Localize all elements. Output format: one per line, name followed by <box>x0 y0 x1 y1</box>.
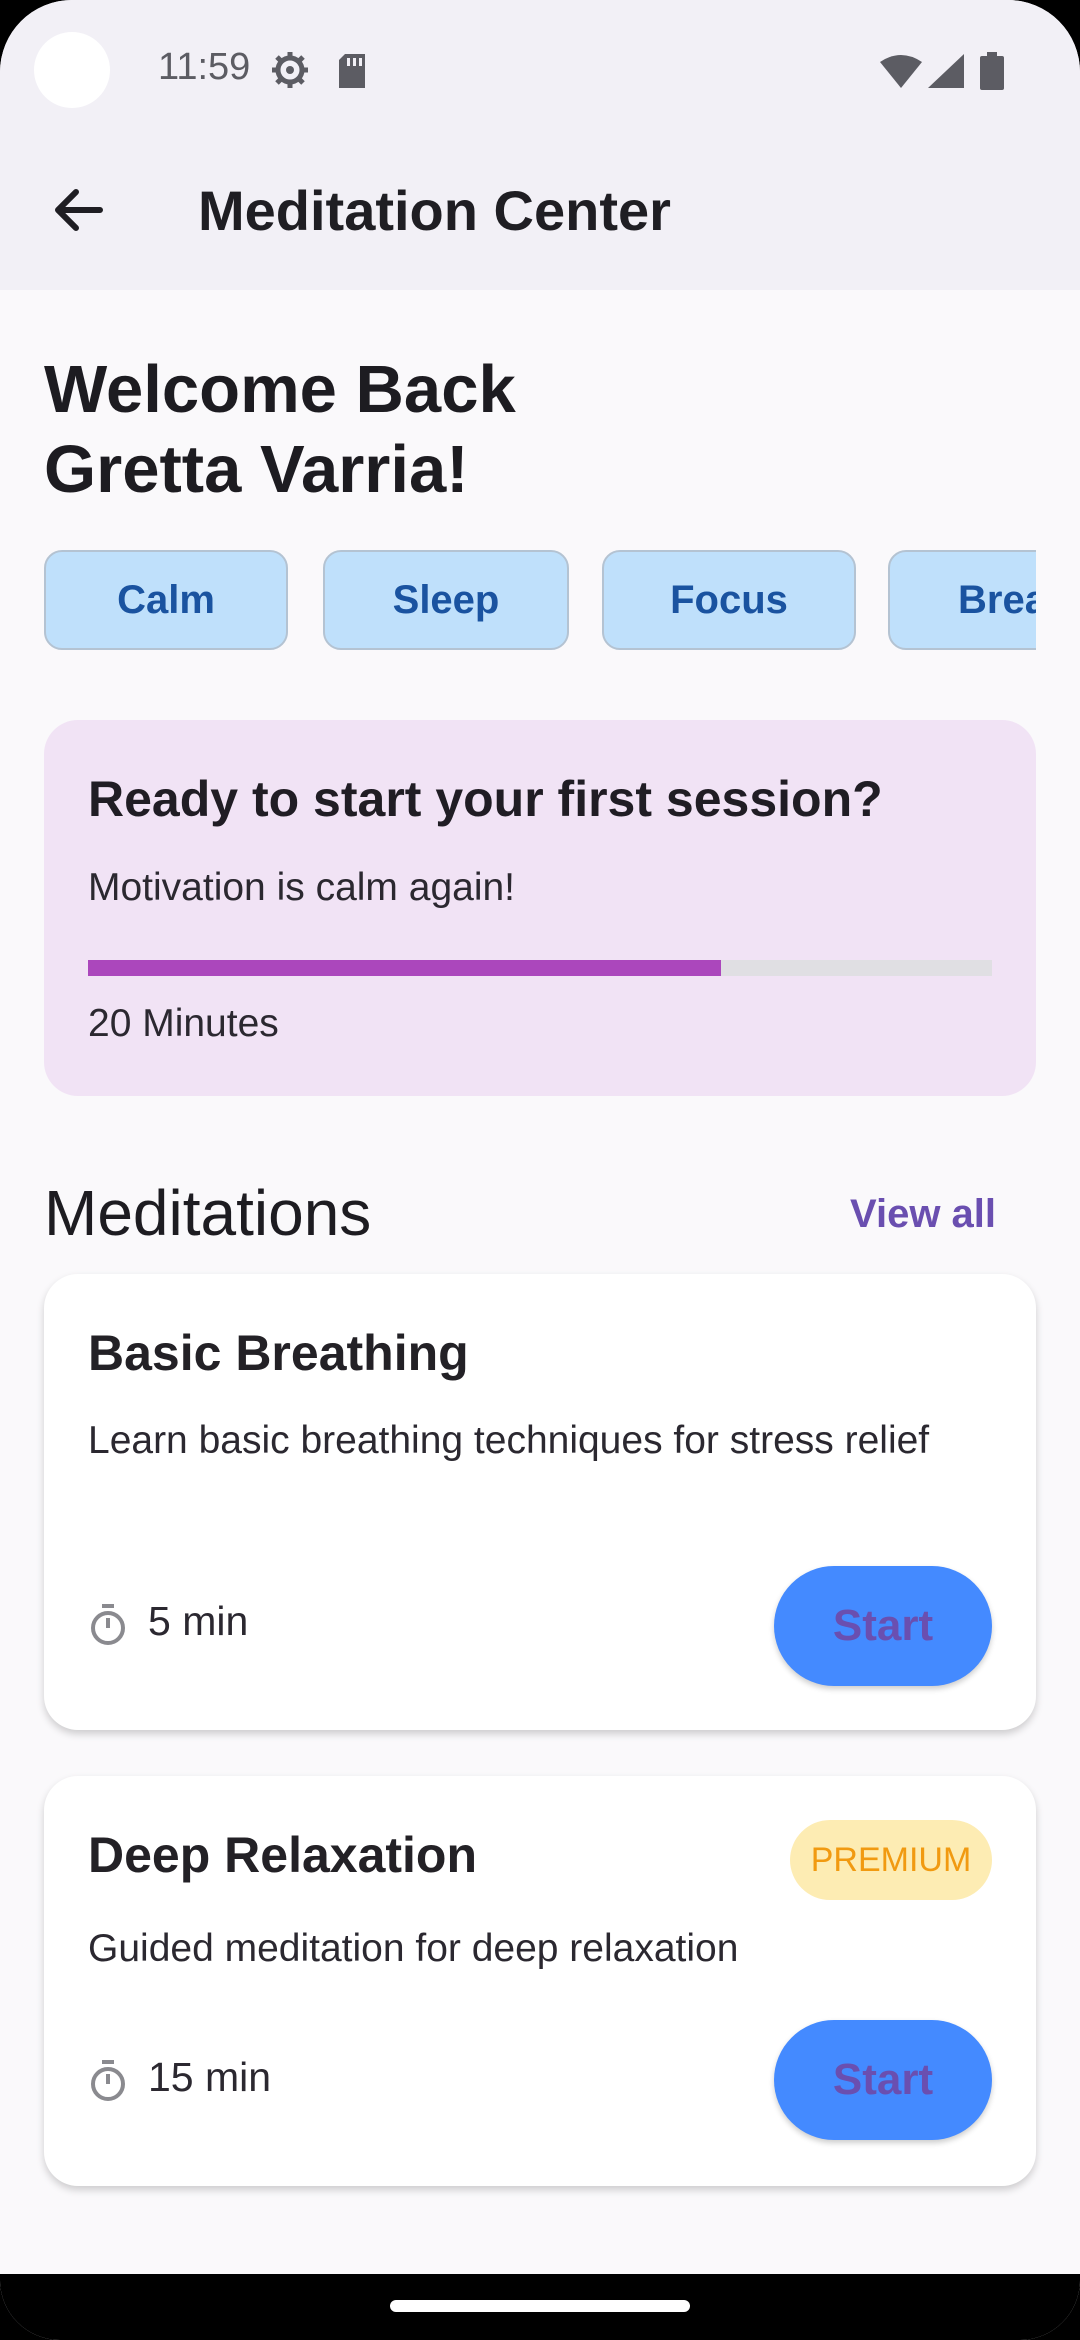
session-title: Ready to start your first session? <box>88 771 883 827</box>
user-name: Gretta Varria! <box>44 432 469 507</box>
status-time: 11:59 <box>158 46 251 88</box>
chip-calm[interactable]: Calm <box>44 550 288 650</box>
start-button[interactable]: Start <box>774 1566 992 1686</box>
session-progress-bar <box>88 960 992 976</box>
meditation-title: Basic Breathing <box>88 1325 469 1381</box>
gear-icon <box>272 52 308 88</box>
meditations-heading: Meditations <box>44 1177 372 1249</box>
meditation-description: Learn basic breathing techniques for str… <box>88 1419 930 1462</box>
session-card[interactable]: Ready to start your first session? Motiv… <box>44 720 1036 1096</box>
chip-sleep[interactable]: Sleep <box>323 550 569 650</box>
premium-badge: PREMIUM <box>790 1820 992 1900</box>
home-gesture-handle[interactable] <box>390 2300 690 2312</box>
welcome-line: Welcome Back <box>44 352 516 427</box>
phone-screen: 11:59 Meditation Center Welcome Back Gre… <box>0 0 1080 2340</box>
chip-focus[interactable]: Focus <box>602 550 856 650</box>
page-title: Meditation Center <box>198 179 671 242</box>
meditation-description: Guided meditation for deep relaxation <box>88 1927 739 1970</box>
timer-icon <box>91 2060 125 2101</box>
top-bar: 11:59 Meditation Center <box>0 0 1080 290</box>
timer-icon <box>91 1604 125 1645</box>
meditation-card-basic-breathing[interactable]: Basic Breathing Learn basic breathing te… <box>44 1274 1036 1730</box>
view-all-link[interactable]: View all <box>850 1192 996 1237</box>
meditation-title: Deep Relaxation <box>88 1827 478 1883</box>
session-duration: 20 Minutes <box>88 1002 279 1045</box>
category-chips: Calm Sleep Focus Breathe <box>44 550 1036 654</box>
camera-cutout <box>34 32 110 108</box>
wifi-icon <box>880 55 922 88</box>
battery-icon <box>980 52 1004 90</box>
cell-signal-icon <box>928 54 964 88</box>
session-subtitle: Motivation is calm again! <box>88 866 516 909</box>
meditation-card-deep-relaxation[interactable]: Deep Relaxation PREMIUM Guided meditatio… <box>44 1776 1036 2186</box>
chip-breathe[interactable]: Breathe <box>888 550 1036 650</box>
meditation-duration: 5 min <box>148 1598 249 1644</box>
sd-card-icon <box>339 54 365 88</box>
arrow-back-icon[interactable] <box>48 180 108 240</box>
welcome-heading: Welcome Back Gretta Varria! <box>44 350 744 510</box>
session-progress-fill <box>88 960 721 976</box>
start-button[interactable]: Start <box>774 2020 992 2140</box>
meditation-duration: 15 min <box>148 2054 272 2100</box>
